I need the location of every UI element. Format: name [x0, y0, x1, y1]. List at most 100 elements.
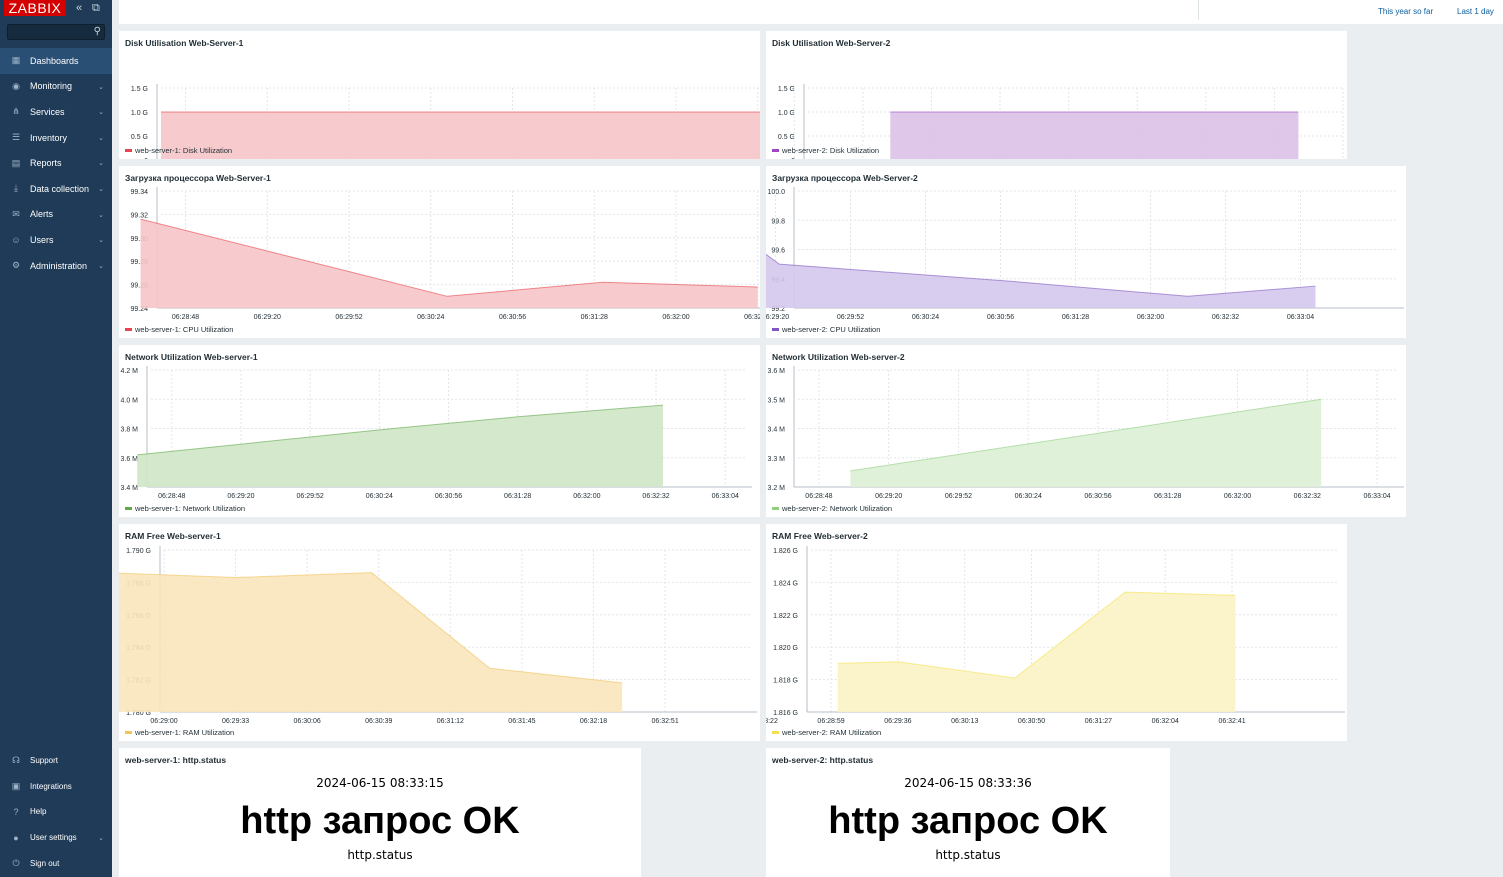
graph-plot[interactable]: 99.2499.2699.2899.3099.3299.3406:28:1606… — [119, 166, 760, 338]
header-divider — [1198, 0, 1199, 20]
sidebar-item-inventory[interactable]: ☰ Inventory ⌄ — [0, 125, 112, 151]
x-tick-label: 06:32:32 — [744, 314, 760, 321]
graph-widget-ram-server2[interactable]: RAM Free Web-server-2 1.816 G 1.818 G 1.82… — [766, 524, 1347, 741]
y-tick-label: 1.0 G — [131, 110, 148, 117]
graph-plot[interactable]: 99.299.499.699.8100.006:28:4806:29:2006:… — [766, 166, 1406, 338]
sidebar-item-administration[interactable]: ⚙ Administration ⌄ — [0, 253, 112, 279]
x-tick-label: 06:30:13 — [951, 718, 978, 725]
graph-plot[interactable]: 3.2 M3.3 M3.4 M3.5 M3.6 M06:28:1606:28:4… — [766, 345, 1406, 517]
sidebar-item-alerts[interactable]: ✉ Alerts ⌄ — [0, 202, 112, 228]
graph-widget-disk-server2[interactable]: Disk Utilisation Web-Server-2 00.5 G1.0 … — [766, 31, 1347, 159]
y-tick-label: 3.2 M — [767, 485, 785, 492]
series-area — [766, 254, 1316, 308]
item-label: http.status — [935, 848, 1001, 862]
bottom-menu: ☊ Support ▣ Integrations ? Help ● User settings… — [0, 748, 112, 876]
graph-legend: web-server-1: Network Utilization — [125, 504, 245, 513]
x-tick-label: 06:31:27 — [1085, 718, 1112, 725]
chevron-down-icon: ⌄ — [98, 211, 104, 219]
eye-icon: ◉ — [12, 80, 20, 91]
sidebar-item-user-settings[interactable]: ● User settings ⌄ — [0, 825, 112, 851]
time-period-this-year-link[interactable]: This year so far — [1378, 7, 1433, 16]
y-tick-label: 1.5 G — [778, 86, 795, 93]
series-area — [161, 112, 760, 159]
x-tick-label: 06:29:52 — [837, 314, 864, 321]
sidebar-item-monitoring[interactable]: ◉ Monitoring ⌄ — [0, 74, 112, 100]
item-value: http запрос OK — [240, 800, 520, 842]
y-tick-label: 0 — [144, 158, 148, 159]
widget-title: web-server-2: http.status — [772, 755, 874, 765]
sidebar-item-label: Help — [30, 807, 47, 817]
x-tick-label: 06:29:52 — [945, 493, 972, 500]
dashboard-icon: ▦ — [11, 55, 21, 66]
sidebar-item-label: Integrations — [30, 781, 72, 791]
time-period-last-day-link[interactable]: Last 1 day — [1457, 7, 1494, 16]
y-tick-label: 1.0 G — [778, 110, 795, 117]
x-tick-label: 06:31:28 — [1062, 314, 1089, 321]
graph-widget-disk-server1[interactable]: Disk Utilisation Web-Server-1 00.5 G1.0 … — [119, 31, 760, 159]
sidebar-item-integrations[interactable]: ▣ Integrations — [0, 774, 112, 800]
search-icon[interactable]: ⚲ — [94, 26, 101, 37]
x-tick-label: 06:29:36 — [884, 718, 911, 725]
zabbix-logo[interactable]: ZABBIX — [4, 0, 66, 16]
x-tick-label: 06:30:24 — [417, 314, 444, 321]
y-tick-label: 4.2 M — [120, 368, 138, 375]
headset-icon: ☊ — [12, 755, 20, 766]
graph-widget-network-server2[interactable]: Network Utilization Web-server-2 3.2 M 3.… — [766, 345, 1406, 517]
sidebar-item-services[interactable]: ⋔ Services ⌄ — [0, 99, 112, 125]
y-tick-label: 1.826 G — [773, 548, 798, 555]
graph-plot[interactable]: 1.816 G 1.818 G 1.820 G 1.822 G 1.824 G 1.826… — [766, 524, 1347, 741]
y-tick-label: 3.4 M — [120, 485, 138, 492]
sidebar-item-label: User settings — [30, 833, 77, 843]
graph-widget-network-server1[interactable]: Network Utilization Web-server-1 3.4 M 3.… — [119, 345, 760, 517]
collapse-sidebar-icon[interactable]: « — [76, 2, 82, 14]
legend-label: web-server-2: Network Utilization — [782, 504, 893, 513]
y-tick-label: 3.6 M — [767, 368, 785, 375]
legend-swatch — [772, 507, 779, 510]
graph-legend: web-server-2: Disk Utilization — [772, 146, 879, 155]
graph-legend: web-server-2: RAM Utilization — [772, 728, 881, 737]
y-tick-label: 100.0 — [767, 189, 785, 196]
kiosk-mode-icon[interactable]: ⧉ — [92, 2, 100, 14]
graph-plot[interactable]: 00.5 G1.0 G1.5 G06:28:1606:28:4806:29:20… — [119, 31, 760, 159]
item-widget-http-server1[interactable]: web-server-1: http.status 2024-06-15 08:… — [119, 748, 641, 877]
sidebar-item-label: Data collection — [30, 183, 90, 194]
sidebar-item-dashboards[interactable]: ▦ Dashboards — [0, 48, 112, 74]
graph-plot[interactable]: 1.780 G1.782 G1.784 G1.786 G1.788 G1.790… — [119, 524, 760, 741]
y-tick-label: 99.32 — [130, 212, 148, 219]
x-tick-label: 06:30:24 — [366, 493, 393, 500]
sidebar-item-support[interactable]: ☊ Support — [0, 748, 112, 774]
list-icon: ☰ — [11, 132, 21, 143]
integrations-icon: ▣ — [11, 780, 21, 791]
x-tick-label: 06:30:56 — [499, 314, 526, 321]
envelope-icon: ✉ — [12, 208, 20, 219]
graph-plot[interactable]: 00.5 G1.0 G1.5 G06:28:1206:28:4806:29:24… — [766, 31, 1347, 159]
legend-swatch — [772, 149, 779, 152]
graph-widget-cpu-server1[interactable]: Загрузка процессора Web-Server-1 99.24 99… — [119, 166, 760, 338]
sidebar-item-label: Monitoring — [30, 81, 73, 92]
sidebar-item-sign-out[interactable]: ⏻ Sign out — [0, 850, 112, 876]
x-tick-label: 06:29:33 — [222, 718, 249, 725]
sidebar-item-reports[interactable]: ▤ Reports ⌄ — [0, 150, 112, 176]
sidebar-item-label: Users — [30, 234, 54, 245]
graph-legend: web-server-1: Disk Utilization — [125, 146, 232, 155]
y-tick-label: 3.4 M — [767, 427, 785, 434]
y-tick-label: 3.3 M — [767, 456, 785, 463]
sidebar-item-data-collection[interactable]: ⤓ Data collection ⌄ — [0, 176, 112, 202]
y-tick-label: 0.5 G — [131, 134, 148, 141]
x-tick-label: 06:32:18 — [580, 718, 607, 725]
graph-legend: web-server-1: CPU Utilization — [125, 325, 233, 334]
y-tick-label: 1.816 G — [773, 710, 798, 717]
y-tick-label: 0 — [791, 158, 795, 159]
x-tick-label: 06:29:00 — [150, 718, 177, 725]
graph-widget-ram-server1[interactable]: RAM Free Web-server-1 1.780 G1.782 G1.78… — [119, 524, 760, 741]
legend-label: web-server-1: RAM Utilization — [135, 728, 235, 737]
chevron-down-icon: ⌄ — [98, 185, 104, 193]
item-widget-http-server2[interactable]: web-server-2: http.status 2024-06-15 08:… — [766, 748, 1170, 877]
graph-widget-cpu-server2[interactable]: Загрузка процессора Web-Server-2 99.2 99.… — [766, 166, 1406, 338]
search-input[interactable]: ⚲ — [7, 24, 105, 40]
sidebar-item-help[interactable]: ? Help — [0, 799, 112, 825]
y-tick-label: 99.6 — [771, 248, 785, 255]
x-tick-label: 06:32:00 — [1137, 314, 1164, 321]
graph-plot[interactable]: 3.4 M3.6 M3.8 M4.0 M4.2 M06:28:1606:28:4… — [119, 345, 760, 517]
sidebar-item-users[interactable]: ☺ Users ⌄ — [0, 227, 112, 253]
